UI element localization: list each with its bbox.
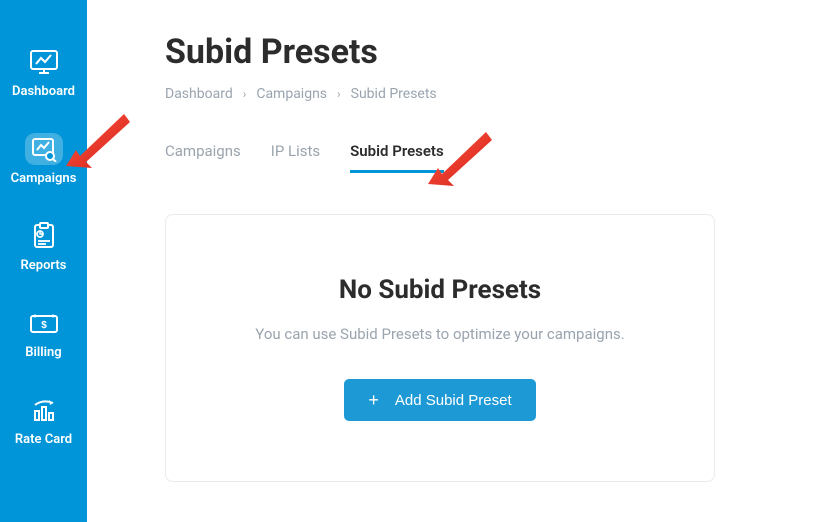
sidebar-item-rate-card[interactable]: Rate Card bbox=[0, 378, 87, 465]
sidebar-item-label: Billing bbox=[25, 345, 61, 360]
tab-subid-presets[interactable]: Subid Presets bbox=[350, 142, 444, 173]
sidebar-item-label: Dashboard bbox=[12, 84, 75, 99]
chevron-right-icon: › bbox=[337, 87, 341, 101]
page-title: Subid Presets bbox=[165, 32, 774, 72]
main-content: Subid Presets Dashboard › Campaigns › Su… bbox=[87, 0, 814, 522]
button-label: Add Subid Preset bbox=[395, 392, 512, 409]
breadcrumb: Dashboard › Campaigns › Subid Presets bbox=[165, 86, 774, 102]
sidebar-item-label: Rate Card bbox=[15, 432, 72, 447]
breadcrumb-item[interactable]: Subid Presets bbox=[351, 86, 437, 102]
tabs: Campaigns IP Lists Subid Presets bbox=[165, 142, 774, 174]
empty-state-title: No Subid Presets bbox=[339, 275, 541, 305]
sidebar-item-campaigns[interactable]: Campaigns bbox=[0, 117, 87, 204]
empty-state-description: You can use Subid Presets to optimize yo… bbox=[255, 325, 624, 343]
rate-card-icon bbox=[21, 392, 67, 428]
reports-icon bbox=[21, 218, 67, 254]
tab-ip-lists[interactable]: IP Lists bbox=[271, 142, 320, 173]
empty-state-card: No Subid Presets You can use Subid Prese… bbox=[165, 214, 715, 482]
breadcrumb-item[interactable]: Dashboard bbox=[165, 86, 233, 102]
sidebar-item-billing[interactable]: $ Billing bbox=[0, 291, 87, 378]
tab-campaigns[interactable]: Campaigns bbox=[165, 142, 241, 173]
campaigns-icon bbox=[21, 131, 67, 167]
sidebar: Dashboard Campaigns bbox=[0, 0, 87, 522]
add-subid-preset-button[interactable]: + Add Subid Preset bbox=[344, 379, 535, 421]
sidebar-item-label: Reports bbox=[21, 258, 67, 273]
dashboard-icon bbox=[21, 44, 67, 80]
plus-icon: + bbox=[368, 391, 379, 409]
chevron-right-icon: › bbox=[243, 87, 247, 101]
breadcrumb-item[interactable]: Campaigns bbox=[256, 86, 327, 102]
billing-icon: $ bbox=[21, 305, 67, 341]
sidebar-item-label: Campaigns bbox=[11, 171, 77, 186]
sidebar-item-reports[interactable]: Reports bbox=[0, 204, 87, 291]
svg-text:$: $ bbox=[41, 320, 47, 331]
sidebar-item-dashboard[interactable]: Dashboard bbox=[0, 30, 87, 117]
